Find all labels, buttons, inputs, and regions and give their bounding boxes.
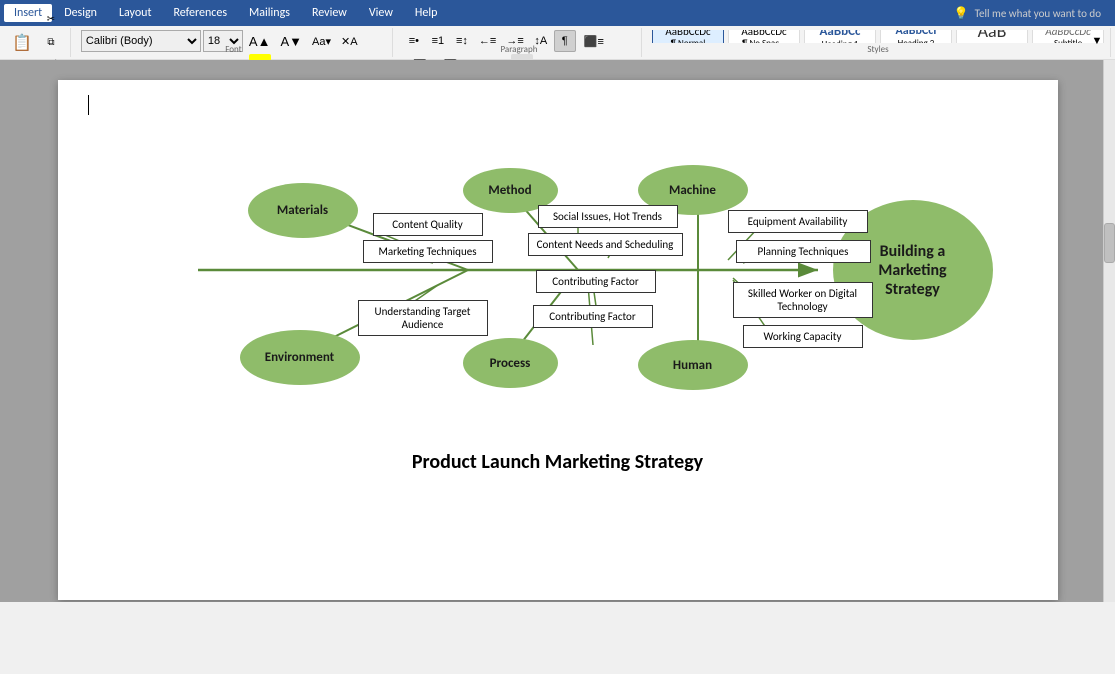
copy-button[interactable]: ⧉: [40, 32, 62, 54]
menu-mailings[interactable]: Mailings: [239, 4, 300, 22]
fishbone-diagram: Materials Method Machine Environment Pro…: [118, 110, 998, 430]
oval-human: Human: [638, 340, 748, 390]
box-contributing-factor-2: Contributing Factor: [533, 305, 653, 328]
oval-materials: Materials: [248, 183, 358, 238]
style-no-space[interactable]: AaBbCcDc ¶ No Spac...: [728, 30, 800, 43]
menu-bar: Insert Design Layout References Mailings…: [0, 0, 1115, 26]
font-group-label: Font: [75, 44, 392, 55]
menu-view[interactable]: View: [359, 4, 403, 22]
box-contributing-factor-1: Contributing Factor: [536, 270, 656, 293]
menu-references[interactable]: References: [163, 4, 237, 22]
style-heading2[interactable]: AaBbCcI Heading 2: [880, 30, 952, 43]
paragraph-group-label: Paragraph: [397, 44, 641, 55]
lightbulb-icon: 💡: [954, 6, 969, 21]
paragraph-group: ≡• ≡1 ≡↕ ←≡ →≡ ↕A ¶ ⬛≡ ≡⬛ ≡⬛ ≡≡ ↕≡ ▦ ⊞ P…: [397, 28, 642, 57]
box-social-issues: Social Issues, Hot Trends: [538, 205, 678, 228]
style-normal[interactable]: AaBbCcDc ¶ Normal: [652, 30, 724, 43]
tell-placeholder[interactable]: Tell me what you want to do: [975, 7, 1101, 20]
box-understanding-target: Understanding Target Audience: [358, 300, 488, 336]
box-marketing-techniques: Marketing Techniques: [363, 240, 493, 263]
box-content-needs: Content Needs and Scheduling: [528, 233, 683, 256]
style-title[interactable]: AaB Title: [956, 30, 1028, 43]
style-heading1[interactable]: AaBbCc Heading 1: [804, 30, 876, 43]
oval-environment: Environment: [240, 330, 360, 385]
menu-layout[interactable]: Layout: [109, 4, 162, 22]
tell-bar[interactable]: 💡 Tell me what you want to do: [944, 6, 1111, 21]
box-working-capacity: Working Capacity: [743, 325, 863, 348]
paste-button[interactable]: 📋: [8, 32, 36, 54]
document-page: Materials Method Machine Environment Pro…: [58, 80, 1058, 600]
styles-group-label: Styles: [646, 44, 1110, 55]
menu-design[interactable]: Design: [54, 4, 107, 22]
ribbon-row1: 📋 ✂ ⧉ 🖌 Calibri (Body) 18 89101112141618…: [0, 26, 1115, 60]
styles-group: AaBbCcDc ¶ Normal AaBbCcDc ¶ No Spac... …: [646, 28, 1111, 57]
scrollbar-thumb[interactable]: [1104, 223, 1115, 263]
oval-process: Process: [463, 338, 558, 388]
clipboard-group: 📋 ✂ ⧉ 🖌: [4, 28, 71, 57]
box-skilled-worker: Skilled Worker on Digital Technology: [733, 282, 873, 318]
styles-gallery: AaBbCcDc ¶ Normal AaBbCcDc ¶ No Spac... …: [652, 30, 1104, 43]
font-group: Calibri (Body) 18 8910111214161820 A▲ A▼…: [75, 28, 393, 57]
text-cursor: [88, 95, 89, 115]
document-area: Materials Method Machine Environment Pro…: [0, 60, 1115, 602]
menu-help[interactable]: Help: [405, 4, 448, 22]
box-planning-techniques: Planning Techniques: [736, 240, 871, 263]
cut-button[interactable]: ✂: [40, 9, 62, 31]
vertical-scrollbar[interactable]: [1103, 60, 1115, 602]
page-title: Product Launch Marketing Strategy: [78, 450, 1038, 474]
box-content-quality: Content Quality: [373, 213, 483, 236]
box-equipment-availability: Equipment Availability: [728, 210, 868, 233]
menu-review[interactable]: Review: [302, 4, 357, 22]
